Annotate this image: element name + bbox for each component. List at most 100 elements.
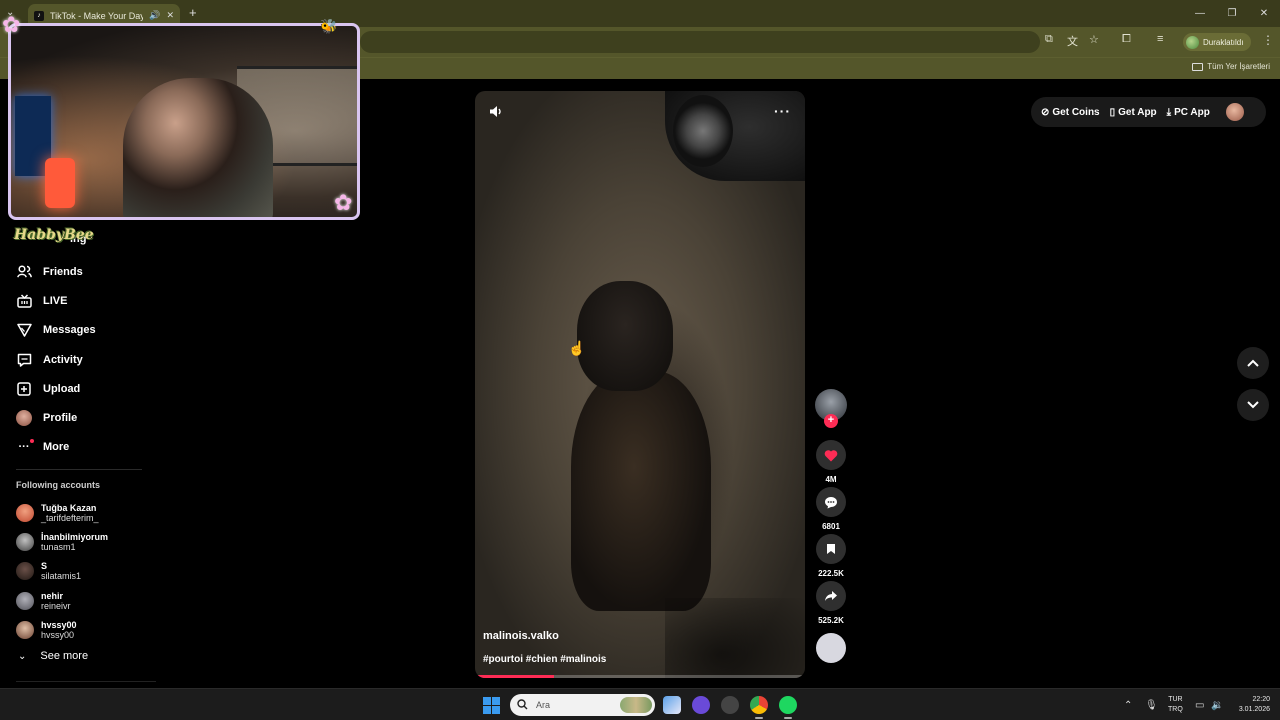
clock-date: 3.01.2026 — [1238, 706, 1270, 713]
volume-icon[interactable] — [489, 105, 503, 123]
tray-overflow-icon[interactable]: ⌃ — [1124, 689, 1132, 720]
following-account[interactable]: hvssy00 hvssy00 — [16, 615, 156, 644]
next-video-button[interactable] — [1237, 389, 1269, 421]
video-author-name[interactable]: malinois.valko — [483, 630, 559, 642]
chevron-down-icon — [1247, 401, 1259, 409]
avatar — [16, 620, 34, 639]
install-app-icon[interactable]: ⧉ — [1045, 33, 1053, 46]
input-language[interactable]: TUR TRQ — [1168, 695, 1183, 715]
sidebar-item-messages[interactable]: Messages — [16, 316, 156, 345]
account-name: Tuğba Kazan — [41, 502, 97, 513]
get-app-label: Get App — [1118, 106, 1157, 118]
keyboard-layout: TRQ — [1168, 706, 1183, 713]
chrome-icon[interactable] — [750, 696, 768, 719]
language-code: TUR — [1168, 696, 1183, 703]
profile-paused-button[interactable]: Duraklatıldı — [1183, 33, 1252, 51]
spotify-icon[interactable] — [779, 696, 797, 719]
sidebar-nav: Friends LIVE Messages Activity Upload Pr… — [16, 257, 156, 462]
dog-body — [571, 371, 711, 611]
webcam-lamp — [45, 158, 75, 208]
comment-button[interactable] — [816, 487, 846, 517]
sidebar-item-more[interactable]: ··· More — [16, 433, 156, 462]
creator-avatar[interactable]: + — [815, 389, 847, 428]
video-progress-bar[interactable] — [475, 675, 805, 678]
previous-video-button[interactable] — [1237, 347, 1269, 379]
network-icon[interactable]: ▭ — [1195, 689, 1204, 720]
video-hashtags[interactable]: #pourtoi #chien #malinois — [483, 654, 606, 665]
restore-icon[interactable]: ❐ — [1216, 0, 1248, 27]
media-control-icon[interactable]: ≡ — [1157, 33, 1163, 45]
video-more-options-icon[interactable]: ··· — [774, 103, 791, 119]
windows-start-icon[interactable] — [483, 697, 500, 714]
pc-app-label: PC App — [1174, 106, 1210, 118]
taskbar-app-icon[interactable] — [692, 696, 710, 714]
bookmark-star-icon[interactable]: ☆ — [1089, 33, 1099, 46]
bookmark-icon — [827, 544, 835, 554]
microphone-icon[interactable]: 🎙 — [1145, 689, 1158, 720]
save-button[interactable] — [816, 534, 846, 564]
avatar — [16, 532, 34, 551]
get-app-button[interactable]: ▯ Get App — [1110, 107, 1157, 118]
sidebar-item-profile[interactable]: Profile — [16, 403, 156, 432]
following-account[interactable]: Tuğba Kazan _tarifdefterim_ — [16, 498, 156, 527]
account-handle: _tarifdefterim_ — [41, 512, 99, 523]
phone-icon: ▯ — [1109, 106, 1116, 118]
friends-icon — [16, 265, 32, 278]
video-player[interactable]: ··· malinois.valko #pourtoi #chien #mali… — [475, 91, 805, 678]
comment-icon — [825, 496, 837, 508]
sidebar-item-upload[interactable]: Upload — [16, 374, 156, 403]
comment-count: 6801 — [822, 522, 840, 531]
account-name: hvssy00 — [41, 619, 77, 630]
video-shadow — [665, 598, 805, 678]
extensions-icon[interactable]: ⧠ — [1122, 33, 1131, 46]
avatar — [16, 591, 34, 610]
share-count: 525.2K — [818, 616, 844, 625]
search-highlight-image — [620, 697, 652, 713]
taskbar-clock[interactable]: 22:20 3.01.2026 — [1230, 695, 1270, 715]
following-accounts-heading: Following accounts — [16, 480, 101, 490]
minimize-icon[interactable]: — — [1184, 0, 1216, 27]
like-button[interactable] — [816, 440, 846, 470]
search-icon — [517, 698, 528, 712]
video-progress-fill — [475, 675, 555, 678]
dog-head — [577, 281, 673, 391]
following-account[interactable]: İnanbilmiyorum tunasm1 — [16, 527, 156, 556]
sidebar-item-friends[interactable]: Friends — [16, 257, 156, 286]
webcam-overlay — [8, 23, 360, 220]
tiktok-favicon-icon: ♪ — [34, 10, 44, 21]
following-account[interactable]: nehir reineivr — [16, 586, 156, 615]
get-coins-button[interactable]: ⊘ Get Coins — [1041, 107, 1100, 118]
music-disc[interactable] — [816, 633, 846, 663]
upload-icon — [16, 382, 32, 396]
following-account[interactable]: Ssilatamis1 — [16, 557, 156, 586]
share-button[interactable] — [816, 581, 846, 611]
close-window-icon[interactable]: ✕ — [1248, 0, 1280, 27]
video-car-wheel — [673, 95, 733, 167]
live-icon — [16, 294, 32, 308]
all-bookmarks-button[interactable]: Tüm Yer İşaretleri — [1192, 62, 1270, 71]
sidebar-item-activity[interactable]: Activity — [16, 345, 156, 374]
see-more-label: See more — [40, 650, 89, 662]
tab-close-icon[interactable]: ✕ — [166, 10, 174, 21]
sidebar-item-live[interactable]: LIVE — [16, 286, 156, 315]
speaker-icon[interactable]: 🔉 — [1211, 689, 1223, 720]
address-bar[interactable] — [360, 31, 1040, 53]
folder-icon — [1192, 62, 1204, 71]
new-tab-button[interactable]: + — [189, 5, 197, 20]
taskbar-app-icon[interactable] — [721, 696, 739, 714]
user-avatar[interactable] — [1225, 103, 1244, 121]
flower-sticker-icon: ✿ — [334, 190, 353, 215]
chevron-up-icon — [1247, 359, 1259, 367]
video-dog — [571, 281, 711, 611]
more-icon: ··· — [16, 439, 34, 453]
follow-plus-icon[interactable]: + — [824, 414, 838, 428]
download-icon: ⤓ — [1166, 106, 1172, 118]
sidebar-item-label: LIVE — [43, 294, 68, 307]
see-more-button[interactable]: ⌄ See more — [16, 650, 88, 662]
tab-audio-icon[interactable]: 🔊 — [149, 10, 160, 21]
taskbar-app-icon[interactable] — [663, 696, 681, 714]
translate-icon[interactable]: 文 — [1067, 33, 1078, 49]
taskbar-search[interactable]: Ara — [510, 694, 655, 716]
pc-app-button[interactable]: ⤓ PC App — [1167, 107, 1210, 118]
browser-menu-icon[interactable]: ⋮ — [1262, 33, 1274, 47]
